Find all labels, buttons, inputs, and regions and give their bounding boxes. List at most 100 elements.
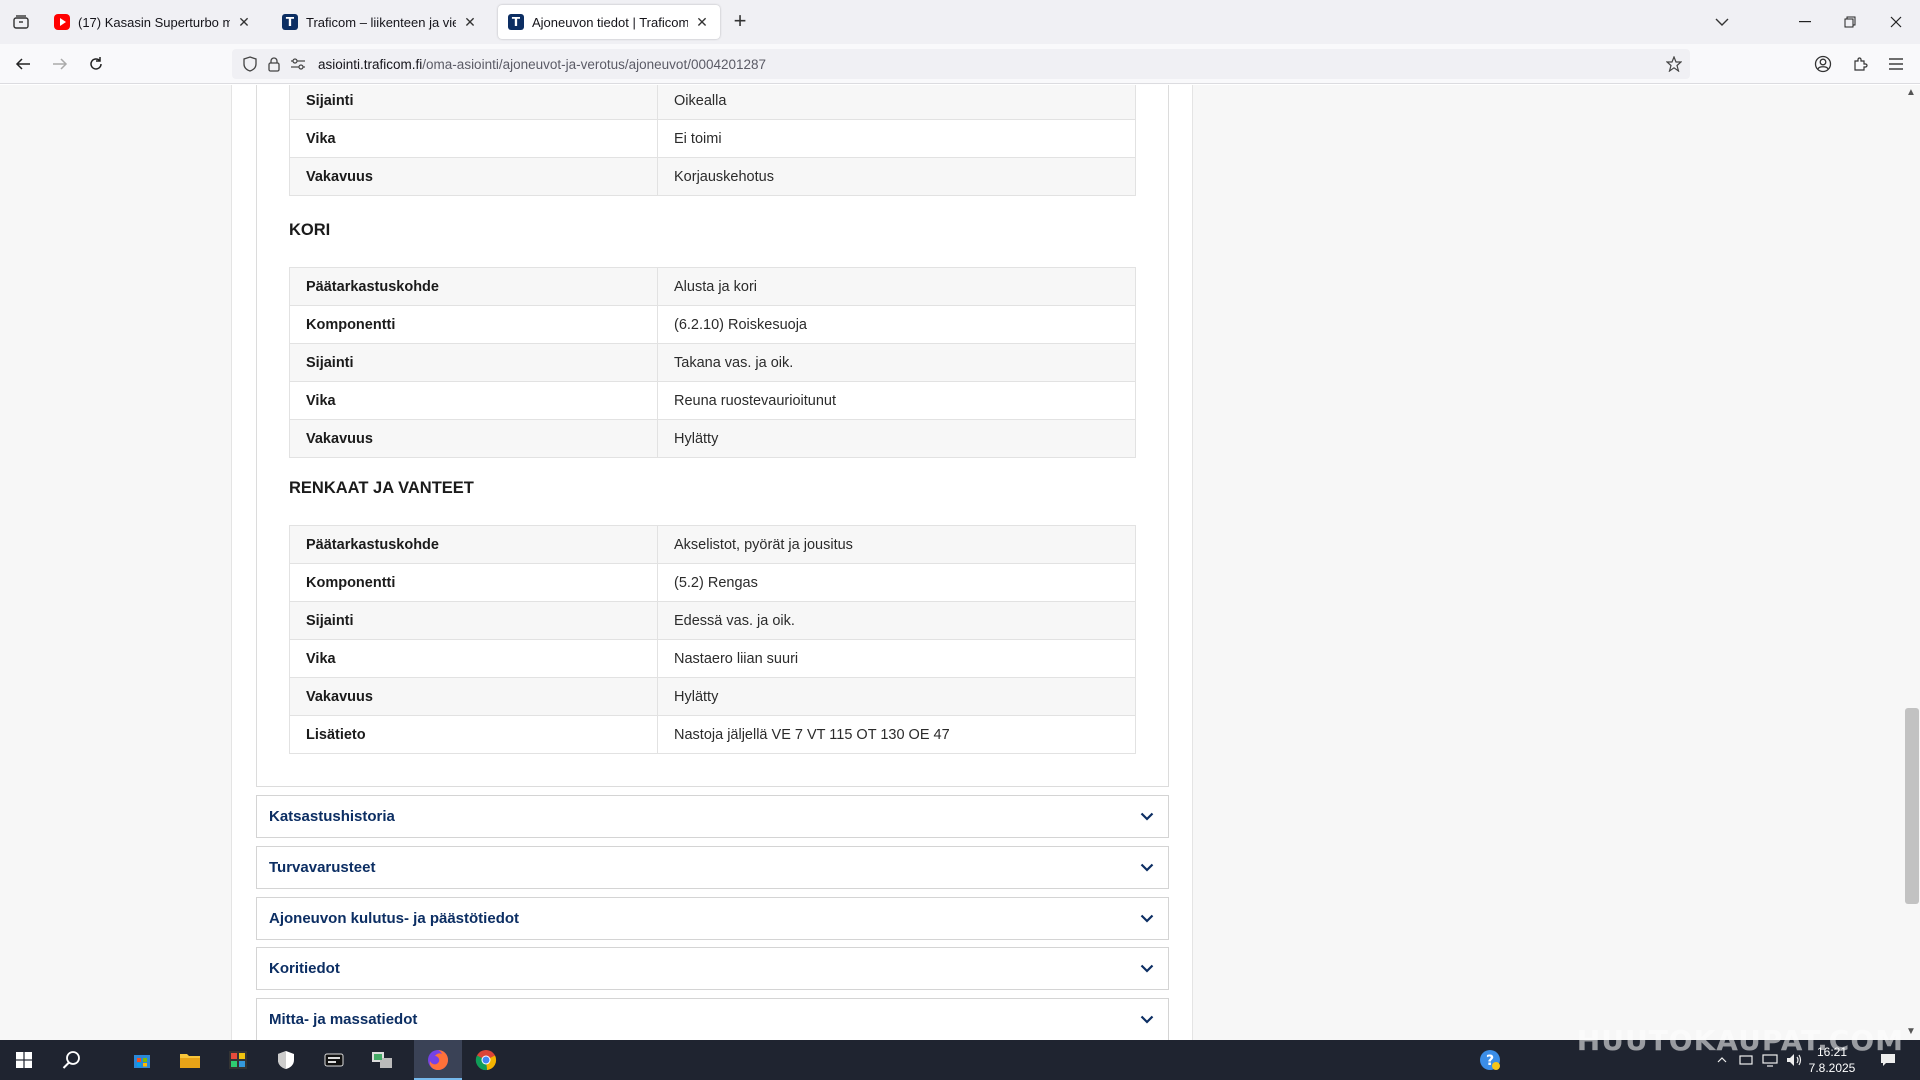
row-label: Vika [289,119,658,158]
accordion-mitta-ja-massatiedot[interactable]: Mitta- ja massatiedot [256,998,1169,1040]
help-tray-icon[interactable]: ? [1474,1040,1506,1080]
youtube-icon [54,14,70,30]
row-label: Vakavuus [289,157,658,196]
reload-icon[interactable] [84,52,108,76]
bookmark-star-icon[interactable] [1664,54,1684,74]
page-viewport: Sijainti Oikealla Vika Ei toimi Vakavuus Ko… [0,85,1920,1040]
row-value: Alusta ja kori [657,267,1136,306]
minimize-icon[interactable] [1793,10,1817,34]
section-title-renkaat-ja-vanteet: RENKAAT JA VANTEET [289,479,474,497]
close-icon[interactable]: ✕ [236,14,252,30]
table-row: Vika Nastaero liian suuri [289,639,1136,678]
accordion-katsastushistoria[interactable]: Katsastushistoria [256,795,1169,838]
watermark-text: HUUTOKAUPAT.COM [1576,1024,1904,1057]
scrollbar-thumb[interactable] [1905,708,1919,904]
tab-title: Ajoneuvon tiedot | Traficom [532,14,688,30]
back-arrow-icon[interactable] [11,52,35,76]
row-value: (6.2.10) Roiskesuoja [657,305,1136,344]
row-label: Vakavuus [289,419,658,458]
table-row: Sijainti Takana vas. ja oik. [289,343,1136,382]
extensions-puzzle-icon[interactable] [1848,52,1872,76]
tab-title: Traficom – liikenteen ja viestinn [306,14,456,30]
accordion-label: Katsastushistoria [269,808,395,825]
row-value: Nastoja jäljellä VE 7 VT 115 OT 130 OE 4… [657,715,1136,754]
url-text: asiointi.traficom.fi/oma-asiointi/ajoneu… [318,57,766,72]
account-icon[interactable] [1811,52,1835,76]
table-row: Sijainti Edessä vas. ja oik. [289,601,1136,640]
table-row: Komponentti (5.2) Rengas [289,563,1136,602]
chevron-down-icon [1138,1011,1156,1029]
table-row: Vakavuus Hylätty [289,677,1136,716]
accordion-turvavarusteet[interactable]: Turvavarusteet [256,846,1169,889]
firefox-icon[interactable] [414,1040,462,1080]
tab-overflow-chevron-icon[interactable] [1710,10,1734,34]
table-row: Vakavuus Hylätty [289,419,1136,458]
chevron-down-icon [1138,859,1156,877]
new-tab-plus-icon[interactable]: + [730,10,750,32]
row-label: Sijainti [289,601,658,640]
row-label: Komponentti [289,563,658,602]
accordion-label: Ajoneuvon kulutus- ja päästötiedot [269,910,520,927]
browser-tab-traficom[interactable]: T Traficom – liikenteen ja viestinn ✕ [272,5,488,39]
scroll-up-arrow-icon[interactable]: ▲ [1905,87,1917,99]
media-app-icon[interactable] [310,1040,358,1080]
security-shield-icon[interactable] [262,1040,310,1080]
lock-icon[interactable] [264,54,284,74]
traficom-icon: T [508,14,524,30]
row-value: Korjauskehotus [657,157,1136,196]
row-value: Reuna ruostevaurioitunut [657,381,1136,420]
address-bar[interactable]: asiointi.traficom.fi/oma-asiointi/ajoneu… [232,49,1690,79]
restore-icon[interactable] [1838,10,1862,34]
row-label: Lisätieto [289,715,658,754]
row-label: Sijainti [289,85,658,120]
chevron-down-icon [1138,808,1156,826]
url-path: /oma-asiointi/ajoneuvot-ja-verotus/ajone… [422,56,767,72]
table-row: Vakavuus Korjauskehotus [289,157,1136,196]
section-title-kori: KORI [289,221,331,239]
window-close-icon[interactable] [1884,10,1908,34]
fault-table-previous: Sijainti Oikealla Vika Ei toimi Vakavuus Ko… [289,85,1136,196]
hamburger-menu-icon[interactable] [1884,52,1908,76]
tab-title: (17) Kasasin Superturbo mersun [78,14,230,30]
close-icon[interactable]: ✕ [694,14,710,30]
main-content-column: Sijainti Oikealla Vika Ei toimi Vakavuus Ko… [231,85,1193,1040]
row-value: Hylätty [657,419,1136,458]
row-value: Hylätty [657,677,1136,716]
accordion-label: Mitta- ja massatiedot [269,1011,418,1028]
file-explorer-icon[interactable] [166,1040,214,1080]
chevron-down-icon [1138,960,1156,978]
search-icon[interactable] [48,1040,96,1080]
table-row: Lisätieto Nastoja jäljellä VE 7 VT 115 OT… [289,715,1136,754]
table-row: Vika Reuna ruostevaurioitunut [289,381,1136,420]
accordion-kulutus-ja-paastotiedot[interactable]: Ajoneuvon kulutus- ja päästötiedot [256,897,1169,940]
row-value: (5.2) Rengas [657,563,1136,602]
windows-start-icon[interactable] [0,1040,48,1080]
url-domain: asiointi.traficom.fi [318,56,423,72]
scroll-down-arrow-icon[interactable]: ▼ [1905,1026,1917,1038]
traficom-icon: T [282,14,298,30]
browser-tab-youtube[interactable]: (17) Kasasin Superturbo mersun ✕ [44,5,262,39]
network-app-icon[interactable] [358,1040,406,1080]
store-icon[interactable] [118,1040,166,1080]
close-icon[interactable]: ✕ [462,14,478,30]
tracking-shield-icon[interactable] [240,54,260,74]
row-label: Vika [289,639,658,678]
row-value: Ei toimi [657,119,1136,158]
navigation-toolbar: asiointi.traficom.fi/oma-asiointi/ajoneu… [0,44,1920,84]
row-value: Takana vas. ja oik. [657,343,1136,382]
tab-list-icon[interactable] [10,12,32,32]
accordion-label: Turvavarusteet [269,859,376,876]
table-row: Päätarkastuskohde Akselistot, pyörät ja j… [289,525,1136,564]
accordion-koritiedot[interactable]: Koritiedot [256,947,1169,990]
photo-app-icon[interactable] [214,1040,262,1080]
fault-table-kori: Päätarkastuskohde Alusta ja kori Komponen… [289,267,1136,458]
page-scrollbar[interactable]: ▲ ▼ [1903,85,1920,1040]
table-row: Sijainti Oikealla [289,85,1136,120]
row-value: Oikealla [657,85,1136,120]
inspection-detail-panel: Sijainti Oikealla Vika Ei toimi Vakavuus Ko… [256,85,1169,787]
forward-arrow-icon[interactable] [48,52,72,76]
browser-tab-ajoneuvon-tiedot[interactable]: T Ajoneuvon tiedot | Traficom ✕ [498,5,720,39]
site-permissions-icon[interactable] [288,54,308,74]
row-value: Akselistot, pyörät ja jousitus [657,525,1136,564]
chrome-icon[interactable] [462,1040,510,1080]
